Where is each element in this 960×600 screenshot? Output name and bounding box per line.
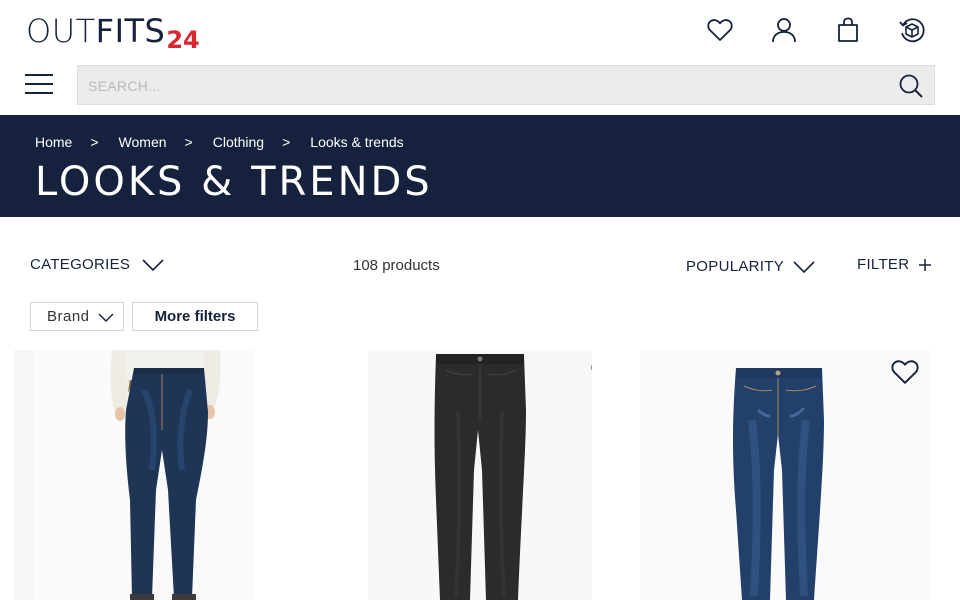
logo-part-24: 24 bbox=[166, 26, 200, 54]
more-filters-button[interactable]: More filters bbox=[132, 302, 258, 331]
categories-dropdown[interactable]: CATEGORIES bbox=[30, 256, 164, 273]
logo-part-out: OUT bbox=[26, 12, 96, 50]
heart-icon bbox=[891, 360, 919, 384]
brand-filter-label: Brand bbox=[47, 308, 90, 325]
search-bar bbox=[77, 65, 935, 105]
chevron-down-icon bbox=[98, 313, 114, 322]
product-card[interactable] bbox=[14, 350, 254, 600]
breadcrumb-home[interactable]: Home bbox=[35, 134, 72, 150]
logo-part-fits: FITS bbox=[95, 12, 166, 50]
search-icon bbox=[899, 74, 923, 98]
hamburger-menu-button[interactable] bbox=[22, 68, 56, 100]
breadcrumb-women[interactable]: Women bbox=[119, 134, 167, 150]
product-image bbox=[368, 350, 592, 600]
breadcrumb-looks-trends[interactable]: Looks & trends bbox=[310, 134, 403, 150]
breadcrumb-clothing[interactable]: Clothing bbox=[213, 134, 264, 150]
product-count: 108 products bbox=[353, 257, 440, 274]
sort-label: POPULARITY bbox=[686, 258, 785, 275]
user-icon bbox=[772, 18, 796, 43]
product-image bbox=[14, 350, 254, 600]
page-title: LOOKS & TRENDS bbox=[35, 159, 433, 205]
site-header: OUT FITS 24 bbox=[0, 0, 960, 115]
filter-label: FILTER bbox=[857, 256, 910, 273]
heart-icon bbox=[591, 364, 592, 371]
cart-button[interactable] bbox=[832, 14, 864, 46]
search-button[interactable] bbox=[896, 71, 926, 101]
filter-toggle[interactable]: FILTER bbox=[857, 256, 932, 273]
product-card[interactable] bbox=[368, 350, 592, 600]
breadcrumb: Home > Women > Clothing > Looks & trends bbox=[35, 134, 404, 150]
breadcrumb-separator: > bbox=[282, 134, 291, 150]
category-banner: Home > Women > Clothing > Looks & trends… bbox=[0, 115, 960, 217]
chevron-down-icon bbox=[793, 260, 815, 273]
product-image bbox=[640, 350, 930, 600]
chevron-down-icon bbox=[142, 258, 164, 271]
wishlist-button[interactable] bbox=[704, 14, 736, 46]
search-input[interactable] bbox=[88, 74, 868, 98]
breadcrumb-separator: > bbox=[184, 134, 193, 150]
heart-icon bbox=[707, 19, 733, 41]
order-box-icon bbox=[899, 18, 925, 43]
categories-label: CATEGORIES bbox=[30, 256, 131, 273]
breadcrumb-separator: > bbox=[90, 134, 99, 150]
product-card[interactable] bbox=[640, 350, 930, 600]
outfits24-logo[interactable]: OUT FITS 24 bbox=[26, 12, 200, 54]
wishlist-toggle[interactable] bbox=[590, 358, 592, 386]
hamburger-icon bbox=[25, 74, 53, 94]
sort-dropdown[interactable]: POPULARITY bbox=[686, 258, 815, 275]
wishlist-toggle[interactable] bbox=[890, 358, 920, 386]
orders-button[interactable] bbox=[896, 14, 928, 46]
plus-icon bbox=[919, 258, 932, 271]
bag-icon bbox=[838, 17, 858, 42]
account-button[interactable] bbox=[768, 14, 800, 46]
brand-filter-dropdown[interactable]: Brand bbox=[30, 302, 124, 331]
